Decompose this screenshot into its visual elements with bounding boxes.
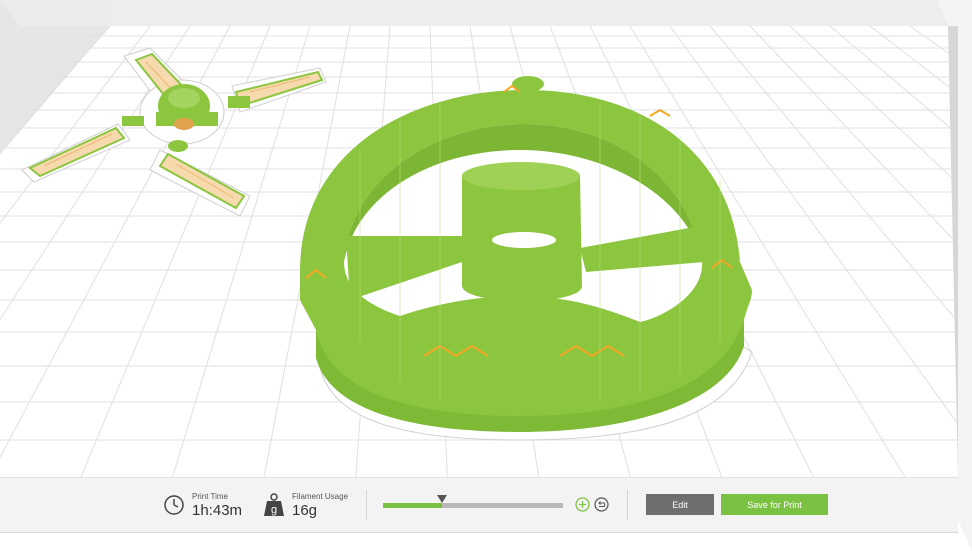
edit-button[interactable]: Edit — [646, 494, 714, 515]
quality-slider[interactable] — [383, 495, 563, 509]
print-time-stat: Print Time 1h:43m — [162, 490, 242, 520]
reset-button[interactable] — [594, 497, 609, 512]
print-time-value: 1h:43m — [192, 501, 243, 519]
clock-icon — [162, 493, 186, 517]
plus-circle-icon — [575, 497, 590, 512]
quality-slider-thumb[interactable] — [437, 495, 448, 503]
weight-icon-glyph: g — [271, 504, 277, 516]
divider — [627, 490, 628, 520]
reset-circle-icon — [594, 497, 609, 512]
weight-icon: g — [262, 493, 286, 517]
print-toolbar: Print Time 1h:43m g Filament Usage 16g E… — [0, 477, 958, 532]
print-time-label: Print Time — [192, 491, 229, 501]
save-for-print-button[interactable]: Save for Print — [721, 494, 828, 515]
quality-slider-fill — [383, 503, 443, 508]
add-button[interactable] — [575, 497, 590, 512]
3d-viewport[interactable]: Print Time 1h:43m g Filament Usage 16g E… — [0, 0, 972, 551]
divider — [366, 490, 367, 520]
build-plate-scene — [0, 0, 972, 551]
filament-usage-value: 16g — [292, 501, 318, 519]
filament-usage-stat: g Filament Usage 16g — [262, 490, 348, 520]
filament-usage-label: Filament Usage — [292, 491, 349, 501]
